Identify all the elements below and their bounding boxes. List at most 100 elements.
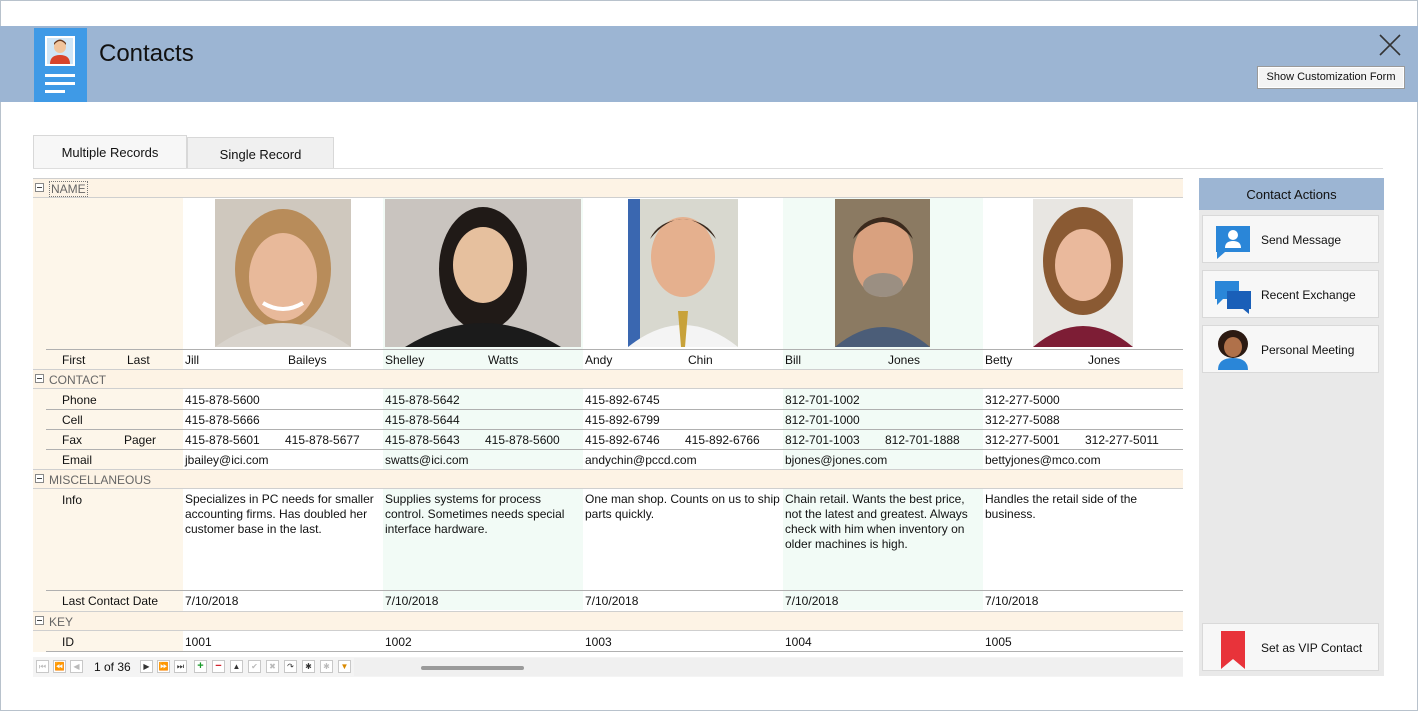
filter-icon[interactable]: ▼ <box>338 660 351 673</box>
last-name-cell[interactable]: Jones <box>1088 353 1120 367</box>
next-page-icon[interactable]: ⏩ <box>157 660 170 673</box>
info-cell[interactable]: Chain retail. Wants the best price, not … <box>785 492 982 552</box>
app-title: Contacts <box>99 40 194 67</box>
edit-record-icon[interactable]: ▲ <box>230 660 243 673</box>
fax-cell[interactable]: 415-892-6746 <box>585 433 660 447</box>
refresh-icon[interactable]: ↷ <box>284 660 297 673</box>
pager-cell[interactable]: 415-892-6766 <box>685 433 760 447</box>
contact-photo <box>1033 199 1133 347</box>
fax-cell[interactable]: 415-878-5601 <box>185 433 260 447</box>
recent-exchange-button[interactable]: Recent Exchange <box>1202 270 1379 318</box>
last-name-cell[interactable]: Chin <box>688 353 713 367</box>
set-vip-contact-button[interactable]: Set as VIP Contact <box>1202 623 1379 671</box>
info-cell[interactable]: Supplies systems for process control. So… <box>385 492 582 537</box>
id-cell[interactable]: 1001 <box>185 635 212 649</box>
pager-cell[interactable]: 312-277-5011 <box>1085 433 1159 447</box>
row-divider <box>46 429 1183 430</box>
pager-cell[interactable]: 415-878-5677 <box>285 433 360 447</box>
send-message-label: Send Message <box>1261 233 1342 247</box>
end-edit-icon[interactable]: ✔ <box>248 660 261 673</box>
user-message-icon <box>1213 224 1253 260</box>
first-name-cell[interactable]: Andy <box>585 353 612 367</box>
pager-cell[interactable]: 415-878-5600 <box>485 433 560 447</box>
cell-phone-cell[interactable]: 415-878-5666 <box>185 413 260 427</box>
phone-cell[interactable]: 312-277-5000 <box>985 393 1060 407</box>
id-cell[interactable]: 1004 <box>785 635 812 649</box>
first-name-cell[interactable]: Betty <box>985 353 1012 367</box>
collapse-icon[interactable] <box>35 616 44 625</box>
cell-phone-cell[interactable]: 812-701-1000 <box>785 413 860 427</box>
tab-multiple-records[interactable]: Multiple Records <box>33 135 187 169</box>
email-cell[interactable]: bettyjones@mco.com <box>985 453 1101 467</box>
personal-meeting-button[interactable]: Personal Meeting <box>1202 325 1379 373</box>
row-divider <box>46 449 1183 450</box>
last-name-cell[interactable]: Baileys <box>288 353 327 367</box>
fax-cell[interactable]: 812-701-1003 <box>785 433 860 447</box>
first-label: First <box>62 353 86 367</box>
section-name[interactable]: NAME <box>33 178 1183 198</box>
phone-cell[interactable]: 415-878-5642 <box>385 393 460 407</box>
pager-cell[interactable]: 812-701-1888 <box>885 433 960 447</box>
previous-page-icon[interactable]: ⏪ <box>53 660 66 673</box>
phone-cell[interactable]: 415-892-6745 <box>585 393 660 407</box>
info-cell[interactable]: Specializes in PC needs for smaller acco… <box>185 492 382 537</box>
last-name-cell[interactable]: Watts <box>488 353 518 367</box>
first-name-cell[interactable]: Shelley <box>385 353 424 367</box>
chat-bubbles-icon <box>1213 279 1253 315</box>
title-bar <box>0 26 1418 102</box>
last-record-icon[interactable]: ⏭ <box>174 660 187 673</box>
fax-cell[interactable]: 312-277-5001 <box>985 433 1060 447</box>
collapse-icon[interactable] <box>35 474 44 483</box>
section-miscellaneous[interactable]: MISCELLANEOUS <box>33 469 1183 489</box>
last-contact-cell[interactable]: 7/10/2018 <box>785 594 838 608</box>
clear-mark-icon[interactable]: ✱ <box>320 660 333 673</box>
contact-photo <box>215 199 351 347</box>
email-cell[interactable]: bjones@jones.com <box>785 453 887 467</box>
last-name-cell[interactable]: Jones <box>888 353 920 367</box>
email-cell[interactable]: swatts@ici.com <box>385 453 469 467</box>
cell-label: Cell <box>62 413 83 427</box>
tab-divider <box>33 168 1383 169</box>
cell-phone-cell[interactable]: 415-878-5644 <box>385 413 460 427</box>
id-cell[interactable]: 1003 <box>585 635 612 649</box>
first-name-cell[interactable]: Jill <box>185 353 199 367</box>
email-cell[interactable]: jbailey@ici.com <box>185 453 269 467</box>
cell-phone-cell[interactable]: 415-892-6799 <box>585 413 660 427</box>
collapse-icon[interactable] <box>35 183 44 192</box>
show-customization-form-button[interactable]: Show Customization Form <box>1257 66 1405 89</box>
email-cell[interactable]: andychin@pccd.com <box>585 453 697 467</box>
id-cell[interactable]: 1002 <box>385 635 412 649</box>
row-divider <box>46 409 1183 410</box>
section-contact[interactable]: CONTACT <box>33 369 1183 389</box>
previous-record-icon[interactable]: ◀ <box>70 660 83 673</box>
next-record-icon[interactable]: ▶ <box>140 660 153 673</box>
section-key[interactable]: KEY <box>33 611 1183 631</box>
first-name-cell[interactable]: Bill <box>785 353 801 367</box>
tab-single-record[interactable]: Single Record <box>187 137 334 169</box>
collapse-icon[interactable] <box>35 374 44 383</box>
fax-cell[interactable]: 415-878-5643 <box>385 433 460 447</box>
phone-cell[interactable]: 415-878-5600 <box>185 393 260 407</box>
cell-phone-cell[interactable]: 312-277-5088 <box>985 413 1060 427</box>
last-contact-cell[interactable]: 7/10/2018 <box>185 594 238 608</box>
scrollbar-thumb[interactable] <box>421 666 524 670</box>
contact-actions-title: Contact Actions <box>1199 178 1384 210</box>
cancel-edit-icon[interactable]: ✖ <box>266 660 279 673</box>
email-label: Email <box>62 453 93 467</box>
set-vip-contact-label: Set as VIP Contact <box>1261 641 1363 655</box>
info-cell[interactable]: Handles the retail side of the business. <box>985 492 1182 522</box>
info-cell[interactable]: One man shop. Counts on us to ship parts… <box>585 492 782 522</box>
close-icon[interactable] <box>1378 33 1402 57</box>
horizontal-scrollbar[interactable] <box>354 658 1183 676</box>
mark-icon[interactable]: ✱ <box>302 660 315 673</box>
last-contact-cell[interactable]: 7/10/2018 <box>385 594 438 608</box>
delete-record-icon[interactable]: − <box>212 660 225 673</box>
last-contact-cell[interactable]: 7/10/2018 <box>585 594 638 608</box>
id-cell[interactable]: 1005 <box>985 635 1012 649</box>
last-contact-cell[interactable]: 7/10/2018 <box>985 594 1038 608</box>
send-message-button[interactable]: Send Message <box>1202 215 1379 263</box>
last-contact-label: Last Contact Date <box>62 594 159 608</box>
first-record-icon[interactable]: ⏮ <box>36 660 49 673</box>
phone-cell[interactable]: 812-701-1002 <box>785 393 860 407</box>
add-record-icon[interactable]: + <box>194 660 207 673</box>
